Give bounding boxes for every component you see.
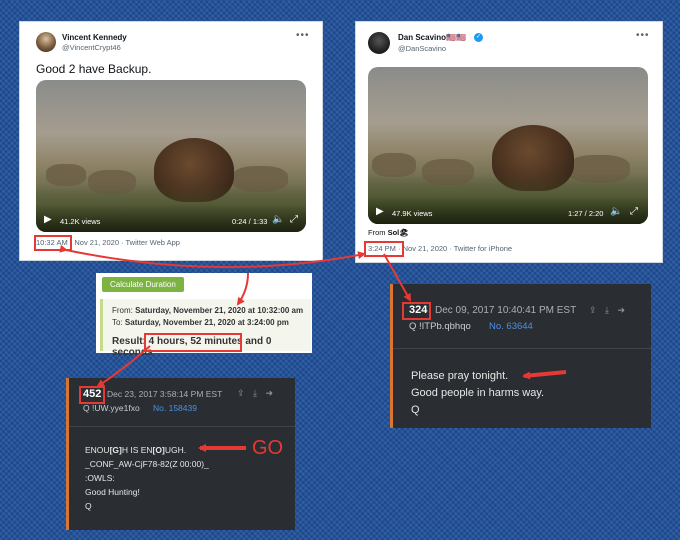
arrow-to-post-452 bbox=[96, 345, 151, 388]
arrow-left-to-right-time bbox=[59, 244, 366, 269]
arrow-to-post-324 bbox=[383, 253, 411, 302]
annotation-arrows bbox=[59, 244, 567, 452]
arrow-to-calculator bbox=[236, 272, 249, 306]
pointer-arrow-324 bbox=[522, 370, 567, 380]
